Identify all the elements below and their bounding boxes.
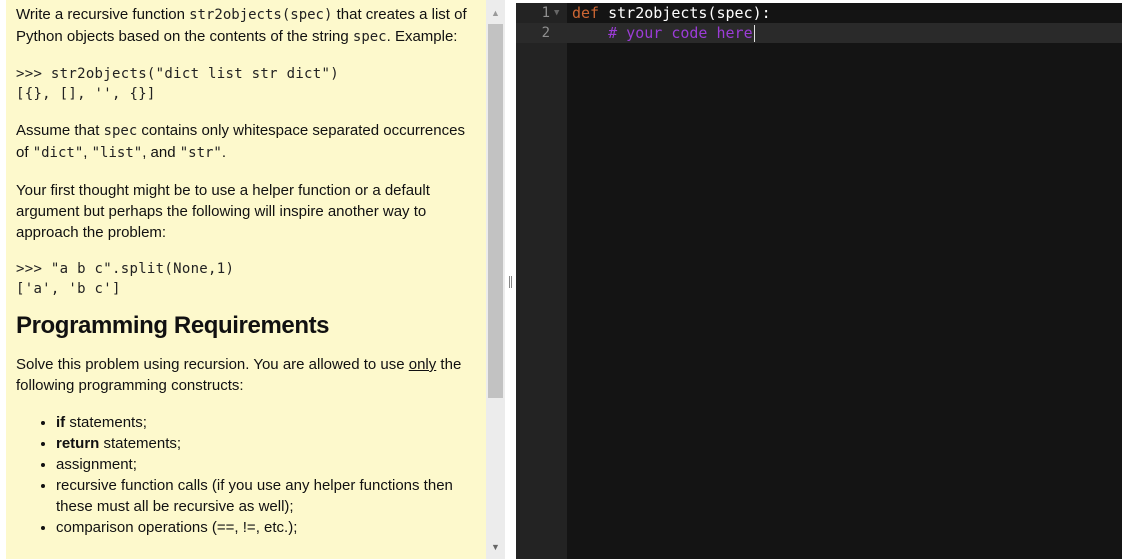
splitter-grip-icon[interactable] <box>509 276 512 288</box>
code-line[interactable]: 1 ▼ def str2objects(spec): <box>516 3 1122 23</box>
function-signature: str2objects(spec): <box>599 4 771 22</box>
requirements-heading: Programming Requirements <box>16 312 330 339</box>
list-item: if statements; <box>56 412 476 433</box>
code-comment: # your code here <box>572 24 753 42</box>
function-name-code: str2objects(spec) <box>189 7 333 23</box>
line-number: 2 <box>516 23 550 43</box>
intro-paragraph: Write a recursive function str2objects(s… <box>16 6 467 45</box>
allowed-constructs-list: if statements; return statements; assign… <box>16 412 476 538</box>
fold-arrow-icon[interactable]: ▼ <box>554 3 559 23</box>
list-item: comparison operations (==, !=, etc.); <box>56 517 476 538</box>
requirements-paragraph: Solve this problem using recursion. You … <box>16 356 462 394</box>
example-2-code-block: >>> "a b c".split(None,1) ['a', 'b c'] <box>16 261 235 297</box>
description-scrollbar[interactable]: ▲ ▼ <box>486 0 505 559</box>
scroll-down-arrow-icon[interactable]: ▼ <box>486 540 505 554</box>
scrollbar-thumb[interactable] <box>488 24 503 398</box>
list-item: assignment; <box>56 454 476 475</box>
line-number: 1 <box>541 5 550 21</box>
code-editor[interactable]: 1 ▼ def str2objects(spec): 2 # your code… <box>516 3 1122 559</box>
keyword-def: def <box>572 4 600 22</box>
line-number-gutter <box>516 3 567 559</box>
text-cursor <box>753 25 755 42</box>
spec-code: spec <box>352 29 387 45</box>
list-item: recursive function calls (if you use any… <box>56 475 476 517</box>
scroll-up-arrow-icon[interactable]: ▲ <box>486 6 505 20</box>
hint-paragraph: Your first thought might be to use a hel… <box>16 182 430 241</box>
list-item: return statements; <box>56 433 476 454</box>
problem-description-panel: Write a recursive function str2objects(s… <box>6 0 486 559</box>
assumption-paragraph: Assume that spec contains only whitespac… <box>16 122 465 161</box>
example-1-code-block: >>> str2objects("dict list str dict") [{… <box>16 66 339 102</box>
code-line-active[interactable]: 2 # your code here <box>516 23 1122 43</box>
panel-splitter[interactable] <box>505 0 515 559</box>
